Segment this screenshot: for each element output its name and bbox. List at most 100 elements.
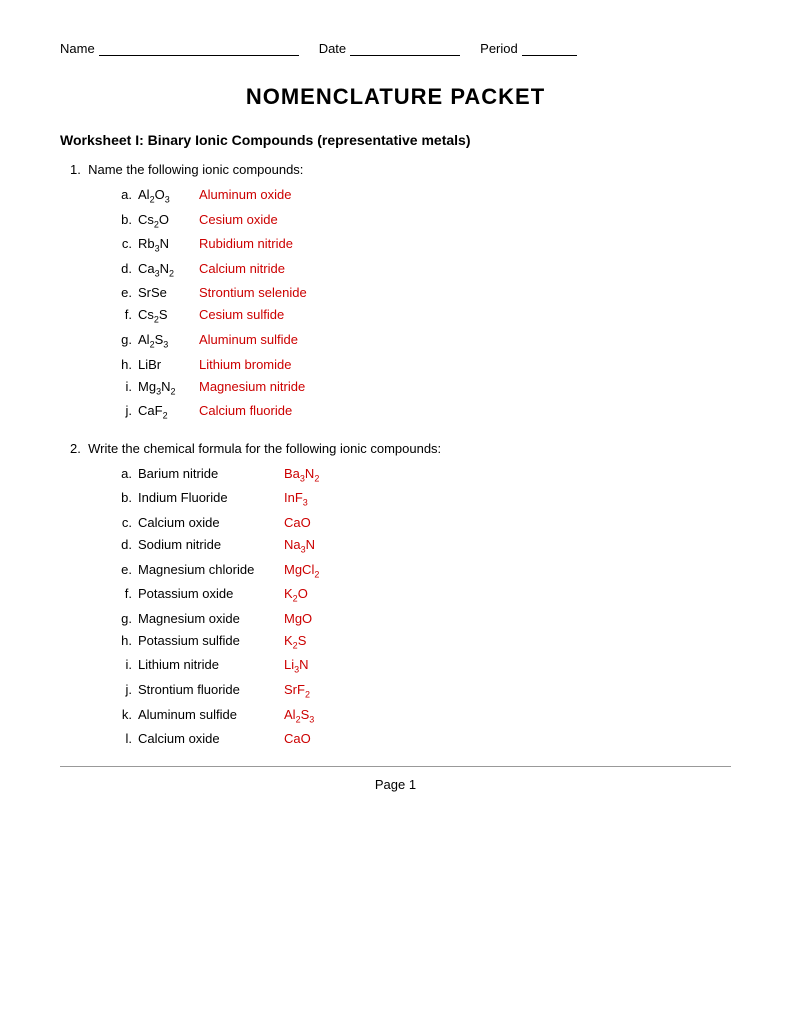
- compound-name: Indium Fluoride: [138, 490, 278, 505]
- formula-answer: Al2S3: [284, 707, 314, 725]
- list-item: j. Strontium fluoride SrF2: [110, 682, 731, 700]
- formula: CaF2: [138, 403, 193, 421]
- compound-name: Magnesium oxide: [138, 611, 278, 626]
- answer: Aluminum oxide: [199, 187, 292, 202]
- list-item: i. Lithium nitride Li3N: [110, 657, 731, 675]
- item-label: f.: [110, 307, 132, 322]
- item-label: g.: [110, 611, 132, 626]
- item-label: e.: [110, 562, 132, 577]
- list-item: f. Cs2S Cesium sulfide: [110, 307, 731, 325]
- list-item: h. Potassium sulfide K2S: [110, 633, 731, 651]
- formula-answer: SrF2: [284, 682, 310, 700]
- item-label: c.: [110, 515, 132, 530]
- formula: Ca3N2: [138, 261, 193, 279]
- footer-divider: [60, 766, 731, 767]
- formula: Rb3N: [138, 236, 193, 254]
- formula-answer: InF3: [284, 490, 308, 508]
- formula-answer: CaO: [284, 515, 311, 530]
- item-label: f.: [110, 586, 132, 601]
- list-item: b. Cs2O Cesium oxide: [110, 212, 731, 230]
- list-item: e. SrSe Strontium selenide: [110, 285, 731, 300]
- item-label: j.: [110, 682, 132, 697]
- compound-name: Strontium fluoride: [138, 682, 278, 697]
- item-label: h.: [110, 357, 132, 372]
- question-2: 2. Write the chemical formula for the fo…: [60, 441, 731, 746]
- item-label: g.: [110, 332, 132, 347]
- list-item: i. Mg3N2 Magnesium nitride: [110, 379, 731, 397]
- list-item: d. Ca3N2 Calcium nitride: [110, 261, 731, 279]
- list-item: l. Calcium oxide CaO: [110, 731, 731, 746]
- header-fields: Name Date Period: [60, 40, 731, 56]
- page-footer: Page 1: [60, 777, 731, 792]
- list-item: d. Sodium nitride Na3N: [110, 537, 731, 555]
- compound-name: Calcium oxide: [138, 731, 278, 746]
- list-item: k. Aluminum sulfide Al2S3: [110, 707, 731, 725]
- item-label: l.: [110, 731, 132, 746]
- item-label: a.: [110, 466, 132, 481]
- compound-name: Aluminum sulfide: [138, 707, 278, 722]
- item-label: a.: [110, 187, 132, 202]
- list-item: b. Indium Fluoride InF3: [110, 490, 731, 508]
- list-item: j. CaF2 Calcium fluoride: [110, 403, 731, 421]
- worksheet1-title: Worksheet I: Binary Ionic Compounds (rep…: [60, 132, 731, 148]
- compound-name: Potassium sulfide: [138, 633, 278, 648]
- compound-name: Calcium oxide: [138, 515, 278, 530]
- list-item: g. Al2S3 Aluminum sulfide: [110, 332, 731, 350]
- item-label: b.: [110, 212, 132, 227]
- formula: Cs2O: [138, 212, 193, 230]
- formula: Al2S3: [138, 332, 193, 350]
- item-label: d.: [110, 537, 132, 552]
- answer: Calcium fluoride: [199, 403, 292, 418]
- compound-name: Potassium oxide: [138, 586, 278, 601]
- period-label: Period: [480, 41, 518, 56]
- formula-answer: Ba3N2: [284, 466, 319, 484]
- formula-answer: MgO: [284, 611, 312, 626]
- formula: SrSe: [138, 285, 193, 300]
- formula: Al2O3: [138, 187, 193, 205]
- list-item: c. Calcium oxide CaO: [110, 515, 731, 530]
- compound-name: Magnesium chloride: [138, 562, 278, 577]
- list-item: a. Barium nitride Ba3N2: [110, 466, 731, 484]
- answer: Lithium bromide: [199, 357, 292, 372]
- formula-answer: CaO: [284, 731, 311, 746]
- item-label: k.: [110, 707, 132, 722]
- item-label: c.: [110, 236, 132, 251]
- page-title: Nomenclature Packet: [60, 84, 731, 110]
- answer: Cesium oxide: [199, 212, 278, 227]
- item-label: b.: [110, 490, 132, 505]
- formula-answer: K2S: [284, 633, 306, 651]
- question-2-text: 2. Write the chemical formula for the fo…: [70, 441, 731, 456]
- formula-answer: Na3N: [284, 537, 315, 555]
- answer: Calcium nitride: [199, 261, 285, 276]
- answer: Aluminum sulfide: [199, 332, 298, 347]
- answer: Cesium sulfide: [199, 307, 284, 322]
- answer: Rubidium nitride: [199, 236, 293, 251]
- formula-answer: Li3N: [284, 657, 309, 675]
- compound-name: Lithium nitride: [138, 657, 278, 672]
- compound-name: Barium nitride: [138, 466, 278, 481]
- question-1: 1. Name the following ionic compounds: a…: [60, 162, 731, 421]
- name-label: Name: [60, 41, 95, 56]
- item-label: i.: [110, 379, 132, 394]
- question-2-items: a. Barium nitride Ba3N2 b. Indium Fluori…: [110, 466, 731, 746]
- list-item: c. Rb3N Rubidium nitride: [110, 236, 731, 254]
- list-item: e. Magnesium chloride MgCl2: [110, 562, 731, 580]
- formula-answer: MgCl2: [284, 562, 319, 580]
- item-label: j.: [110, 403, 132, 418]
- formula-answer: K2O: [284, 586, 308, 604]
- list-item: h. LiBr Lithium bromide: [110, 357, 731, 372]
- date-label: Date: [319, 41, 346, 56]
- list-item: g. Magnesium oxide MgO: [110, 611, 731, 626]
- question-1-items: a. Al2O3 Aluminum oxide b. Cs2O Cesium o…: [110, 187, 731, 421]
- item-label: i.: [110, 657, 132, 672]
- list-item: a. Al2O3 Aluminum oxide: [110, 187, 731, 205]
- formula: Mg3N2: [138, 379, 193, 397]
- item-label: d.: [110, 261, 132, 276]
- question-1-text: 1. Name the following ionic compounds:: [70, 162, 731, 177]
- compound-name: Sodium nitride: [138, 537, 278, 552]
- answer: Strontium selenide: [199, 285, 307, 300]
- item-label: h.: [110, 633, 132, 648]
- list-item: f. Potassium oxide K2O: [110, 586, 731, 604]
- answer: Magnesium nitride: [199, 379, 305, 394]
- formula: LiBr: [138, 357, 193, 372]
